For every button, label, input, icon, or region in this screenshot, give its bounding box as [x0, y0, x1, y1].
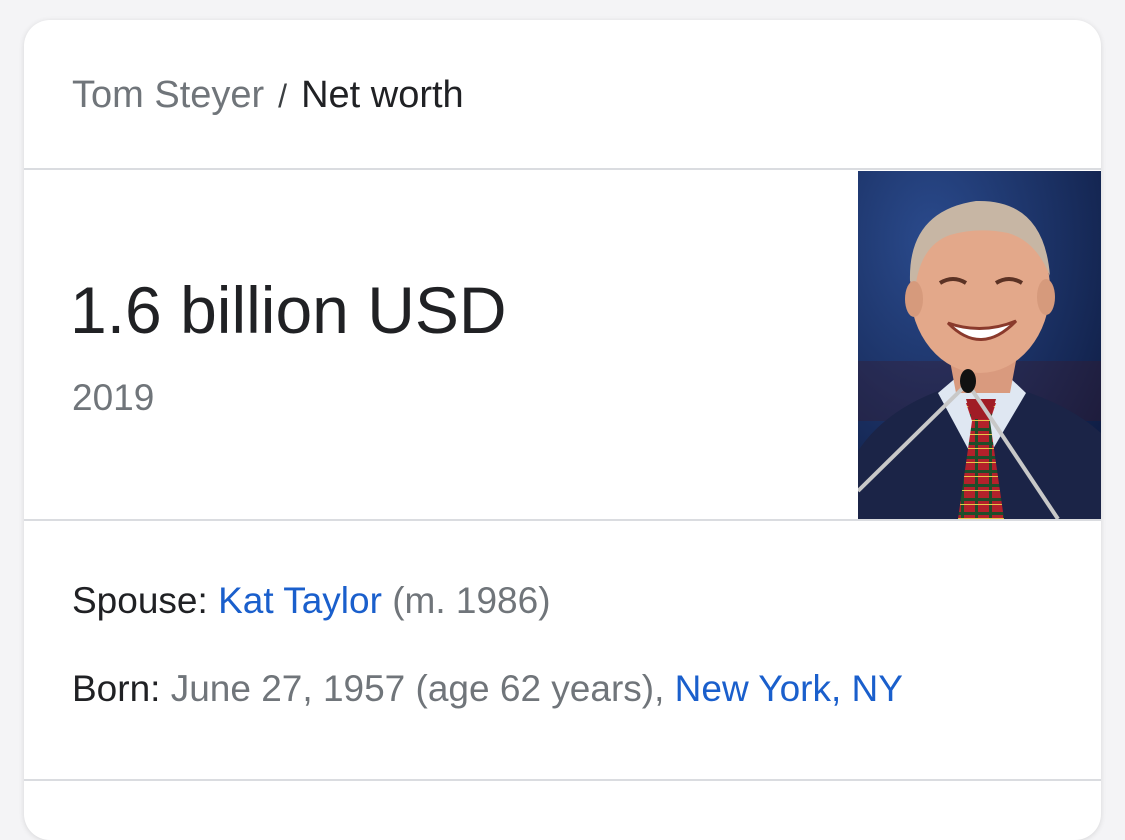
birthplace-link[interactable]: New York, NY — [675, 668, 903, 709]
spouse-link[interactable]: Kat Taylor — [218, 580, 382, 621]
knowledge-card: Tom Steyer / Net worth 1.6 billion USD 201… — [24, 20, 1101, 840]
person-photo-image — [858, 171, 1101, 519]
divider — [24, 168, 1101, 170]
net-worth-year: 2019 — [72, 377, 155, 418]
breadcrumb: Tom Steyer / Net worth — [72, 72, 464, 119]
fact-born: Born: June 27, 1957 (age 62 years), New … — [72, 666, 903, 712]
person-photo[interactable] — [858, 171, 1101, 519]
breadcrumb-current: Net worth — [301, 74, 464, 116]
fact-spouse-detail: (m. 1986) — [392, 580, 551, 621]
fact-spouse-label: Spouse: — [72, 580, 208, 621]
fact-born-date: June 27, 1957 (age 62 years), — [170, 668, 665, 709]
fact-spouse: Spouse: Kat Taylor (m. 1986) — [72, 578, 551, 624]
divider — [24, 519, 1101, 521]
net-worth-value: 1.6 billion USD — [70, 273, 507, 347]
breadcrumb-parent-link[interactable]: Tom Steyer — [72, 74, 264, 116]
divider — [24, 779, 1101, 781]
fact-born-label: Born: — [72, 668, 161, 709]
breadcrumb-separator: / — [278, 78, 288, 114]
